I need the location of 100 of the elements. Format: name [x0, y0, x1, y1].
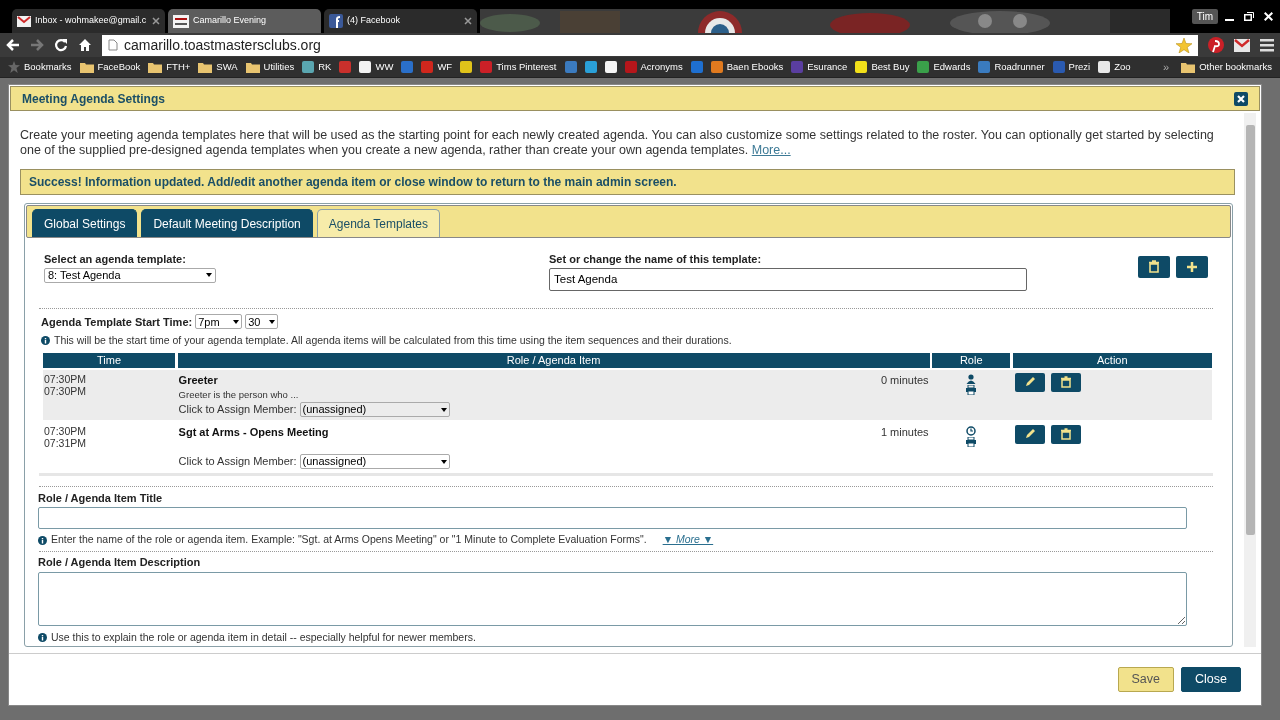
- folder-icon: [245, 61, 260, 73]
- reload-icon: [54, 38, 68, 52]
- tab-title: Camarillo Evening: [193, 14, 268, 28]
- delete-button[interactable]: [1138, 256, 1170, 278]
- bookmark-link[interactable]: Acronyms: [640, 59, 683, 75]
- delete-button[interactable]: [1050, 372, 1081, 392]
- bookmark-link[interactable]: Bookmarks: [24, 59, 72, 75]
- item-description-field[interactable]: [38, 571, 1187, 626]
- end-time: 07:30PM: [44, 384, 88, 397]
- more-link[interactable]: ▼ More ▼: [662, 532, 714, 548]
- field-label: Select an agenda template:: [44, 252, 187, 267]
- bookmark-link[interactable]: Prezi: [1068, 59, 1091, 75]
- close-icon: [1264, 12, 1273, 21]
- field-label: Set or change the name of this template:: [549, 252, 763, 267]
- forward-icon: [30, 39, 44, 51]
- delete-button[interactable]: [1050, 424, 1081, 444]
- folder-icon: [148, 61, 163, 73]
- restore-icon: [1244, 12, 1254, 21]
- bookmark-link[interactable]: Best Buy: [871, 59, 910, 75]
- field-label: Agenda Template Start Time:: [41, 314, 193, 330]
- add-button[interactable]: [1176, 256, 1208, 278]
- close-icon: [1234, 91, 1248, 106]
- info-icon: [41, 336, 50, 346]
- bookmark-link[interactable]: Other bookmarks: [1199, 59, 1272, 75]
- caret-icon: [440, 459, 447, 464]
- item-title: Greeter: [178, 372, 218, 388]
- folder-icon: [1181, 61, 1196, 73]
- minute-dropdown[interactable]: 30: [245, 314, 279, 330]
- mail-icon: [17, 15, 31, 27]
- info-icon: [38, 632, 47, 642]
- bookmark-link[interactable]: WF: [437, 59, 453, 75]
- printer-icon: [966, 436, 977, 447]
- site-f-icon: [329, 14, 343, 28]
- bookmark-link[interactable]: RK: [318, 59, 332, 75]
- settings-tab[interactable]: Global Settings: [32, 209, 138, 237]
- bookmark-link[interactable]: Baen Ebooks: [726, 59, 784, 75]
- field-label: Role / Agenda Item Description: [38, 555, 202, 570]
- item-title-field[interactable]: [38, 507, 1187, 530]
- edit-button[interactable]: [1014, 424, 1045, 444]
- member-dropdown[interactable]: (unassigned): [299, 454, 450, 469]
- start-time: 07:30PM: [44, 372, 88, 385]
- item-description: Greeter is the person who ...: [178, 388, 300, 403]
- minimize-icon: [1225, 18, 1234, 21]
- home-icon: [78, 38, 92, 52]
- help-text: Enter the name of the role or agenda item. Example: "Sgt. at Arms Opens Meeting" or "1 Minute to Complete Evaluation Forms".: [51, 532, 647, 548]
- dialog-button[interactable]: Close: [1181, 667, 1241, 692]
- tab-title: (4) Facebook: [347, 14, 402, 28]
- member-dropdown[interactable]: (unassigned): [299, 402, 450, 417]
- bookmark-link[interactable]: Esurance: [807, 59, 848, 75]
- item-title: Sgt at Arms - Opens Meeting: [178, 424, 329, 440]
- bookmark-link[interactable]: Zoo: [1114, 59, 1131, 75]
- column-header: Time: [43, 352, 175, 368]
- hour-dropdown[interactable]: 7pm: [195, 314, 243, 330]
- edit-button[interactable]: [1014, 372, 1045, 392]
- more-bookmarks-chevron[interactable]: »: [1163, 58, 1170, 76]
- bookmark-link[interactable]: Edwards: [933, 59, 971, 75]
- assign-label: Click to Assign Member:: [178, 402, 297, 418]
- person-icon: [966, 373, 977, 384]
- address-bar[interactable]: camarillo.toastmastersclubs.org: [102, 34, 1198, 56]
- start-time: 07:30PM: [44, 424, 88, 437]
- scrollbar[interactable]: [1244, 113, 1256, 647]
- column-header: Role: [932, 352, 1011, 368]
- bookmark-link[interactable]: Tims Pinterest: [496, 59, 557, 75]
- template-dropdown[interactable]: 8: Test Agenda: [44, 267, 216, 283]
- field-label: Role / Agenda Item Title: [38, 490, 164, 506]
- clock-icon: [966, 425, 977, 436]
- dialog-button[interactable]: Save: [1117, 667, 1175, 692]
- more-link[interactable]: More...: [751, 143, 791, 157]
- profile-name[interactable]: Tim: [1191, 9, 1218, 24]
- settings-tab[interactable]: Default Meeting Description: [141, 209, 313, 237]
- back-icon: [6, 39, 20, 51]
- assign-label: Click to Assign Member:: [178, 454, 297, 470]
- help-text: Use this to explain the role or agenda item in detail -- especially helpful for newer members.: [51, 629, 476, 645]
- end-time: 07:31PM: [44, 436, 88, 449]
- success-message: Success! Information updated. Add/edit another agenda item or close window to return to the main admin screen.: [20, 169, 1235, 195]
- settings-tab[interactable]: Agenda Templates: [316, 209, 440, 237]
- bookmark-link[interactable]: Roadrunner: [994, 59, 1045, 75]
- template-name-field[interactable]: Test Agenda: [549, 267, 1027, 291]
- browser-tab[interactable]: Camarillo Evening: [168, 9, 321, 33]
- url-text: camarillo.toastmastersclubs.org: [124, 35, 322, 55]
- bookmark-link[interactable]: WW: [375, 59, 394, 75]
- bookmark-link[interactable]: FaceBook: [97, 59, 141, 75]
- folder-icon: [198, 61, 213, 73]
- browser-tab[interactable]: (4) Facebook: [324, 9, 477, 33]
- bookmark-link[interactable]: Utilities: [263, 59, 295, 75]
- page-icon: [108, 39, 118, 51]
- bookmark-link[interactable]: FTH+: [166, 59, 191, 75]
- folder-icon: [79, 61, 94, 73]
- bookmark-link[interactable]: SWA: [216, 59, 238, 75]
- dialog-title: Meeting Agenda Settings: [22, 90, 165, 108]
- caret-icon: [206, 273, 212, 277]
- site-logo-icon: [173, 14, 189, 28]
- caret-icon: [269, 319, 276, 324]
- star-icon: [8, 61, 20, 73]
- item-duration: 1 minutes: [880, 424, 929, 440]
- browser-tab[interactable]: Inbox - wohmakee@gmail.c: [12, 9, 165, 33]
- star-icon: [1176, 37, 1192, 53]
- caret-icon: [440, 407, 447, 412]
- menu-icon: [1260, 38, 1274, 52]
- column-header: Role / Agenda Item: [177, 352, 930, 368]
